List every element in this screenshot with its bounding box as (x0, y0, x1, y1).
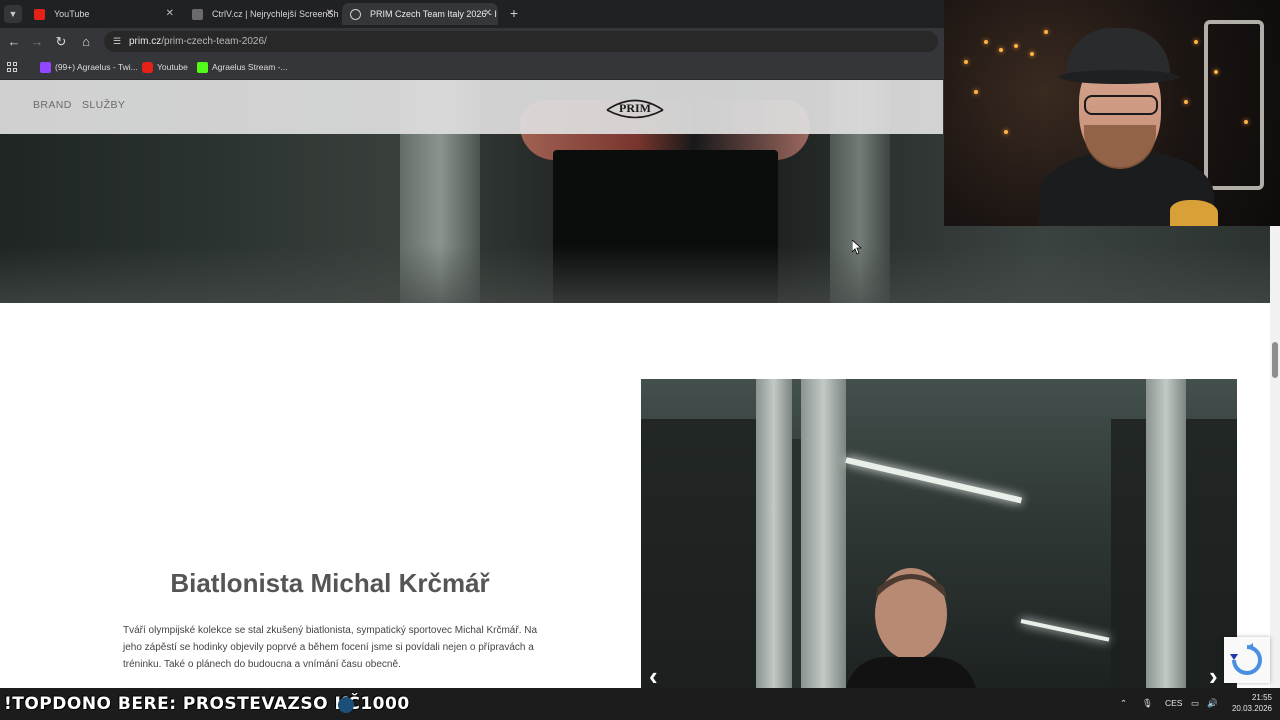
article-body: Tváří olympijské kolekce se stal zkušený… (123, 625, 538, 670)
browser-tab-bar: ▼ YouTube ✕ CtrlV.cz | Nejrychlejší Scre… (0, 0, 944, 28)
kick-icon (197, 62, 208, 73)
address-bar[interactable]: ☰ prim.cz/prim-czech-team-2026/ (104, 31, 938, 52)
volume-icon[interactable]: 🔊 (1207, 698, 1218, 709)
browser-toolbar: ← → ↻ ⌂ ☰ prim.cz/prim-czech-team-2026/ (0, 28, 944, 55)
article-title: Biatlonista Michal Krčmář (170, 568, 490, 598)
tab-label: PRIM Czech Team Italy 2026 - I (370, 9, 497, 19)
tab-label: CtrlV.cz | Nejrychlejší ScreenSh (212, 9, 339, 19)
home-icon[interactable]: ⌂ (76, 32, 96, 52)
clock-date: 20.03.2026 (1231, 704, 1272, 713)
tab-close-icon[interactable]: ✕ (484, 3, 492, 25)
tab-prim[interactable]: PRIM Czech Team Italy 2026 - I ✕ (342, 3, 498, 25)
taskbar: !TOPDONO BERE: PROSTEVAZSO KČ1000 (0, 688, 1280, 720)
tab-label: YouTube (54, 9, 90, 19)
network-icon[interactable]: ▭ (1191, 698, 1199, 709)
svg-text:PRIM: PRIM (619, 101, 651, 115)
bookmark-kick[interactable]: Agraelus Stream -... (197, 60, 288, 75)
mouse-cursor-icon (852, 240, 862, 255)
nav-sluzby-link[interactable]: SLUŽBY (82, 99, 125, 111)
site-info-icon[interactable]: ☰ (110, 34, 124, 48)
carousel-prev-arrow-icon[interactable]: ‹ (649, 661, 658, 688)
tab-youtube[interactable]: YouTube ✕ (26, 3, 180, 25)
language-indicator[interactable]: CES (1165, 698, 1182, 708)
url-text[interactable]: prim.cz/prim-czech-team-2026/ (129, 31, 267, 52)
scrollbar-thumb[interactable] (1272, 342, 1278, 378)
tab-ctrlv[interactable]: CtrlV.cz | Nejrychlejší ScreenSh ✕ (184, 3, 340, 25)
youtube-favicon-icon (34, 9, 45, 20)
bookmark-twitch[interactable]: (99+) Agraelus - Twi... (40, 60, 138, 75)
athlete-photo-carousel: ‹ › (641, 379, 1237, 688)
youtube-icon (142, 62, 153, 73)
recaptcha-icon (1230, 643, 1262, 675)
ctrlv-favicon-icon (192, 9, 203, 20)
clock-time: 21:55 (1251, 693, 1272, 702)
nav-brand-link[interactable]: BRAND (33, 99, 72, 111)
bookmarks-bar: (99+) Agraelus - Twi... Youtube Agraelus… (0, 55, 944, 80)
webcam-overlay (944, 0, 1280, 226)
bookmark-youtube[interactable]: Youtube (142, 60, 188, 75)
steam-taskbar-icon[interactable] (338, 697, 354, 713)
twitch-icon (40, 62, 51, 73)
site-header: BRAND SLUŽBY (0, 80, 943, 134)
tab-close-icon[interactable]: ✕ (326, 3, 334, 25)
back-arrow-icon[interactable]: ← (4, 32, 24, 52)
tray-chevron-icon[interactable]: ⌃ (1120, 698, 1127, 709)
microphone-icon[interactable]: 🎙 (1142, 698, 1153, 709)
carousel-next-arrow-icon[interactable]: › (1209, 661, 1218, 688)
tab-close-icon[interactable]: ✕ (166, 3, 174, 25)
tab-search-chevron-icon[interactable]: ▼ (4, 5, 22, 23)
apps-grid-icon[interactable] (7, 62, 19, 74)
forward-arrow-icon[interactable]: → (27, 32, 47, 52)
reload-icon[interactable]: ↻ (51, 32, 71, 52)
system-clock[interactable]: 21:55 20.03.2026 (1220, 692, 1272, 714)
new-tab-button[interactable]: + (505, 4, 523, 22)
athlete-figure (846, 568, 976, 688)
recaptcha-badge[interactable] (1224, 637, 1270, 683)
prim-logo[interactable]: PRIM (603, 95, 667, 121)
prim-favicon-icon (350, 9, 361, 20)
